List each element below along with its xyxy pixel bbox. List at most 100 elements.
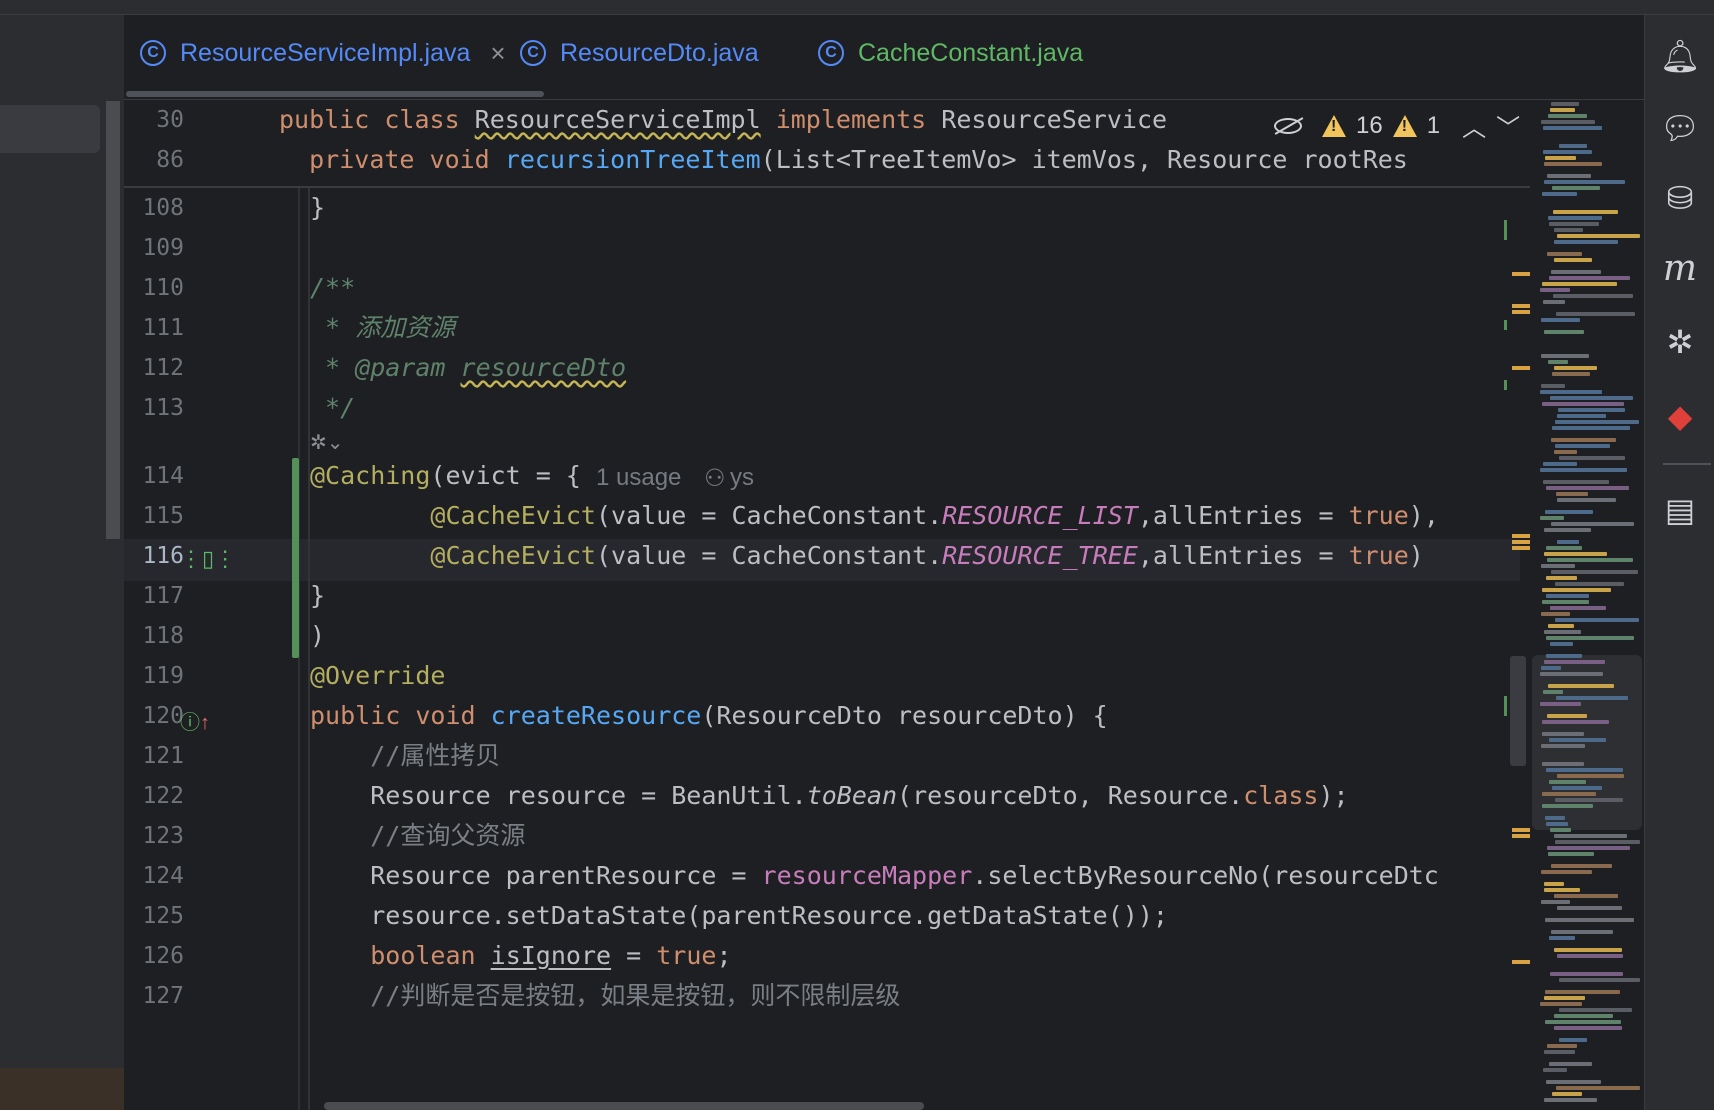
minimap-line (1554, 240, 1618, 244)
minimap-line (1552, 426, 1630, 430)
minimap-line (1559, 144, 1587, 148)
minimap-line (1559, 1008, 1632, 1012)
project-scrollbar[interactable] (106, 101, 120, 539)
error-stripe-marker[interactable] (1512, 272, 1530, 276)
code-line[interactable]: resource.setDataState(parentResource.get… (310, 896, 1168, 936)
code-line[interactable]: //查询父资源 (310, 816, 525, 856)
minimap-line (1551, 522, 1634, 526)
code-line[interactable]: public void createResource(ResourceDto r… (310, 696, 1108, 736)
minimap-line (1542, 192, 1577, 196)
code-token: (value = CacheConstant. (596, 501, 943, 530)
change-stripe-marker[interactable] (1504, 220, 1507, 240)
code-line[interactable]: * 添加资源 (310, 308, 455, 348)
horizontal-scrollbar[interactable] (324, 1102, 924, 1110)
implements-gutter-icon[interactable]: ⓘ↑ (180, 706, 210, 735)
tab-resourceserviceimpl[interactable]: C ResourceServiceImpl.java × (140, 33, 506, 73)
line-number: 30 (156, 107, 184, 133)
tab-resourcedto[interactable]: C ResourceDto.java (520, 33, 759, 73)
plugin-icon[interactable]: ✲ (1659, 321, 1701, 363)
code-line[interactable]: boolean isIgnore = true; (310, 936, 732, 976)
bird-icon[interactable]: ◆ (1659, 395, 1701, 437)
sticky-line[interactable]: public class ResourceServiceImpl impleme… (279, 100, 1167, 140)
title-strip (0, 0, 1714, 15)
minimap-line (1544, 630, 1581, 634)
code-line[interactable]: * @param resourceDto (310, 348, 626, 388)
user-icon: ⚇ (704, 465, 726, 492)
error-stripe-marker[interactable] (1512, 834, 1530, 838)
code-token: * 添加资源 (310, 313, 456, 342)
error-stripe-marker[interactable] (1512, 540, 1530, 544)
code-token: ; (716, 941, 732, 970)
minimap-line (1550, 108, 1575, 112)
minimap-line (1547, 1044, 1577, 1048)
minimap-line (1551, 102, 1579, 106)
minimap-line (1555, 798, 1623, 802)
code-token: (resourceDto, Resource. (897, 781, 1244, 810)
ai-gutter-icon[interactable]: ✲⌄ (310, 430, 344, 455)
code-line[interactable]: @CacheEvict(value = CacheConstant.RESOUR… (310, 496, 1438, 536)
error-stripe-marker[interactable] (1512, 960, 1530, 964)
ai-chat-icon[interactable]: 💬︎ (1659, 107, 1701, 149)
code-line[interactable]: Resource resource = BeanUtil.toBean(reso… (310, 776, 1348, 816)
minimap-line (1559, 456, 1625, 460)
change-stripe-marker[interactable] (1504, 320, 1507, 330)
minimap-line (1543, 126, 1602, 130)
next-problem-icon[interactable]: ﹀ (1496, 108, 1520, 143)
code-line[interactable]: } (310, 188, 325, 228)
minimap-line (1542, 282, 1617, 286)
hint-author[interactable]: ys (730, 464, 754, 492)
code-editor[interactable]: 30 public class ResourceServiceImpl impl… (124, 100, 1530, 1110)
database-icon[interactable]: ⛁ (1659, 177, 1701, 219)
minimap-line (1557, 774, 1624, 778)
minimap-line (1543, 690, 1563, 694)
minimap-line (1543, 1068, 1567, 1072)
code-token: resourceMapper (761, 861, 973, 890)
error-stripe-marker[interactable] (1512, 828, 1530, 832)
project-tree-selection[interactable] (0, 105, 100, 153)
error-stripe-marker[interactable] (1512, 310, 1530, 314)
prev-problem-icon[interactable]: ︿ (1462, 108, 1486, 143)
error-stripe-marker[interactable] (1512, 546, 1530, 550)
minimap-line (1554, 258, 1592, 262)
code-line[interactable]: //属性拷贝 (310, 736, 500, 776)
maven-icon[interactable]: m (1659, 247, 1701, 289)
code-line[interactable]: @CacheEvict(value = CacheConstant.RESOUR… (310, 536, 1423, 576)
minimap-line (1549, 222, 1599, 226)
reader-mode-icon[interactable] (1274, 117, 1302, 134)
error-stripe-marker[interactable] (1512, 304, 1530, 308)
change-stripe-marker[interactable] (1504, 380, 1507, 390)
code-line[interactable]: @Override (310, 656, 445, 696)
change-stripe-marker[interactable] (1504, 696, 1507, 716)
tab-cacheconstant[interactable]: C CacheConstant.java (818, 33, 1083, 73)
notifications-icon[interactable]: 🔔︎ (1659, 35, 1701, 77)
minimap-line (1548, 624, 1574, 628)
bean-gutter-icon[interactable]: ⋮▯⋮ (180, 546, 236, 572)
code-line[interactable]: @Caching(evict = { (310, 456, 581, 496)
code-line[interactable]: } (310, 576, 325, 616)
translate-icon[interactable]: ▤ (1659, 489, 1701, 531)
warning-icon (1322, 114, 1346, 137)
line-number: 127 (142, 983, 184, 1009)
code-minimap[interactable] (1530, 100, 1644, 1110)
editor-scroll-thumb[interactable] (1510, 656, 1526, 766)
code-line[interactable]: */ (310, 388, 355, 428)
code-line[interactable]: ) (310, 616, 325, 656)
close-icon[interactable]: × (490, 38, 505, 69)
code-token: //查询父资源 (370, 821, 526, 850)
minimap-line (1546, 636, 1634, 640)
class-icon: C (520, 40, 546, 66)
error-stripe-marker[interactable] (1512, 366, 1530, 370)
sticky-line[interactable]: private void recursionTreeItem(List<Tree… (279, 140, 1408, 180)
inspection-widget[interactable]: 16 1 ︿ ﹀ (1274, 108, 1520, 143)
vcs-change-marker[interactable] (292, 458, 299, 658)
code-line[interactable]: /** (310, 268, 355, 308)
hint-usages[interactable]: 1 usage (596, 464, 681, 492)
error-stripe-marker[interactable] (1512, 534, 1530, 538)
minimap-line (1546, 594, 1589, 598)
minimap-line (1546, 654, 1582, 658)
minimap-line (1558, 408, 1625, 412)
code-line[interactable]: Resource parentResource = resourceMapper… (310, 856, 1439, 896)
minimap-line (1541, 120, 1595, 124)
code-line[interactable]: //判断是否是按钮，如果是按钮，则不限制层级 (310, 976, 900, 1016)
minimap-line (1541, 744, 1585, 748)
